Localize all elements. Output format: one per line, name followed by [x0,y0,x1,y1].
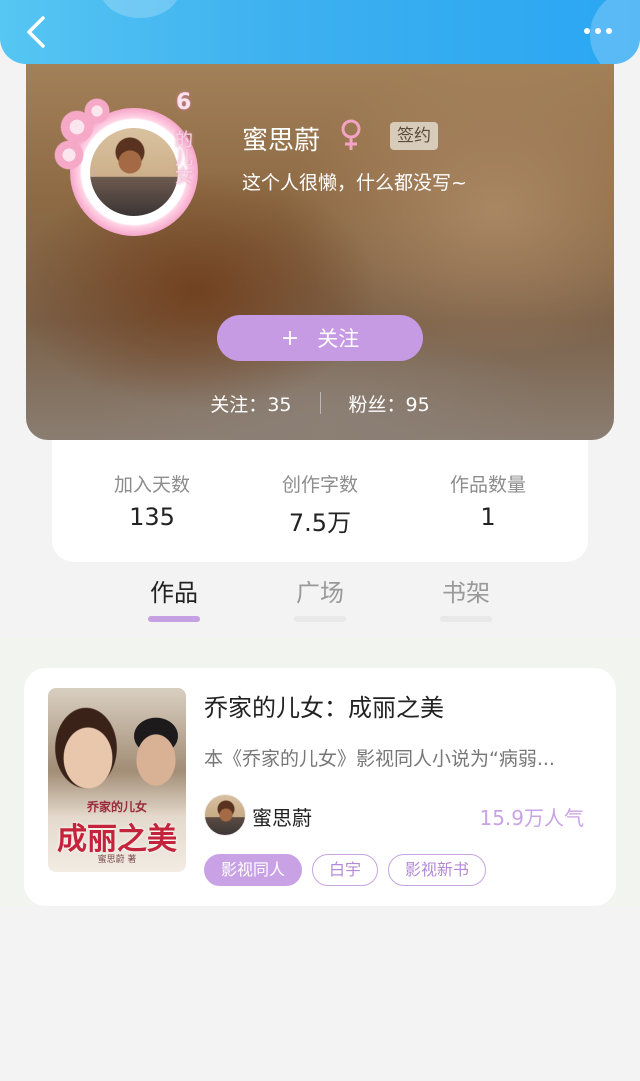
work-description: 本《乔家的儿女》影视同人小说为“病弱... [204,748,555,770]
stat-label: 创作字数 [281,474,358,496]
fans-label: 粉丝： [348,393,406,416]
tab-label: 书架 [442,579,490,607]
tab-square[interactable]: 广场 [294,570,346,638]
fans-stat[interactable]: 粉丝：95 [349,390,430,417]
cover-author: 蜜思蔚 著 [97,855,137,865]
avatar-frame-number: 6 [176,90,192,115]
more-button[interactable] [576,14,620,48]
chevron-left-icon [27,16,45,48]
tab-indicator [294,616,346,622]
tab-indicator [440,616,492,622]
user-name: 蜜思蔚 [242,126,321,156]
cover-subtitle: 乔家的儿女 [86,800,147,814]
user-bio: 这个人很懒，什么都没写~ [242,172,467,194]
stat-word-count: 创作字数 7.5万 [270,470,370,562]
following-count: 35 [267,393,292,416]
stat-value: 1 [480,503,496,531]
avatar[interactable]: 6 的儿女 [54,90,214,250]
profile-tabs: 作品 广场 书架 [0,570,640,638]
tag-list: 影视同人 白宇 影视新书 [204,854,487,886]
stat-value: 7.5万 [288,509,352,537]
popularity-count: 15.9万人气 [479,806,584,830]
more-dot [606,28,612,34]
work-card[interactable]: 乔家的儿女 成丽之美 蜜思蔚 著 乔家的儿女：成丽之美 本《乔家的儿女》影视同人… [24,668,616,906]
book-cover[interactable]: 乔家的儿女 成丽之美 蜜思蔚 著 [48,688,186,872]
tab-works[interactable]: 作品 [148,570,200,638]
more-dot [595,28,601,34]
more-dot [584,28,590,34]
tab-bookshelf[interactable]: 书架 [440,570,492,638]
tag-item[interactable]: 影视同人 [204,854,303,886]
stat-label: 加入天数 [113,474,190,496]
stat-value: 135 [129,503,175,531]
stats-card: 加入天数 135 创作字数 7.5万 作品数量 1 [52,430,588,562]
follow-button[interactable]: + 关注 [217,315,423,361]
plus-icon: + [280,325,300,351]
top-nav-bar [0,0,640,64]
stat-works-count: 作品数量 1 [438,470,538,562]
following-stat[interactable]: 关注：35 [210,390,291,417]
tab-label: 作品 [150,579,198,607]
profile-header-card: 6 的儿女 蜜思蔚 签约 这个人很懒，什么都没写~ + 关注 关注：35 粉丝：… [26,40,614,440]
following-label: 关注： [210,393,268,416]
work-title[interactable]: 乔家的儿女：成丽之美 [204,688,444,723]
female-icon [341,119,361,150]
signed-badge: 签约 [390,122,438,150]
follow-button-label: 关注 [317,327,360,351]
tab-indicator [148,616,200,622]
author-name: 蜜思蔚 [252,806,312,830]
stat-join-days: 加入天数 135 [102,470,202,562]
fans-count: 95 [405,393,430,416]
tag-item[interactable]: 白宇 [312,854,379,886]
divider [319,392,321,414]
avatar-frame-text: 的儿女 [172,130,193,184]
back-button[interactable] [14,10,58,54]
flower-decoration [84,98,110,124]
works-list: 乔家的儿女 成丽之美 蜜思蔚 著 乔家的儿女：成丽之美 本《乔家的儿女》影视同人… [0,638,640,906]
follow-counts: 关注：35 粉丝：95 [26,388,614,418]
tab-label: 广场 [296,579,344,607]
avatar-image [90,128,178,216]
tag-item[interactable]: 影视新书 [388,854,487,886]
author-avatar [204,794,246,836]
stat-label: 作品数量 [449,474,526,496]
flower-decoration [54,140,84,170]
